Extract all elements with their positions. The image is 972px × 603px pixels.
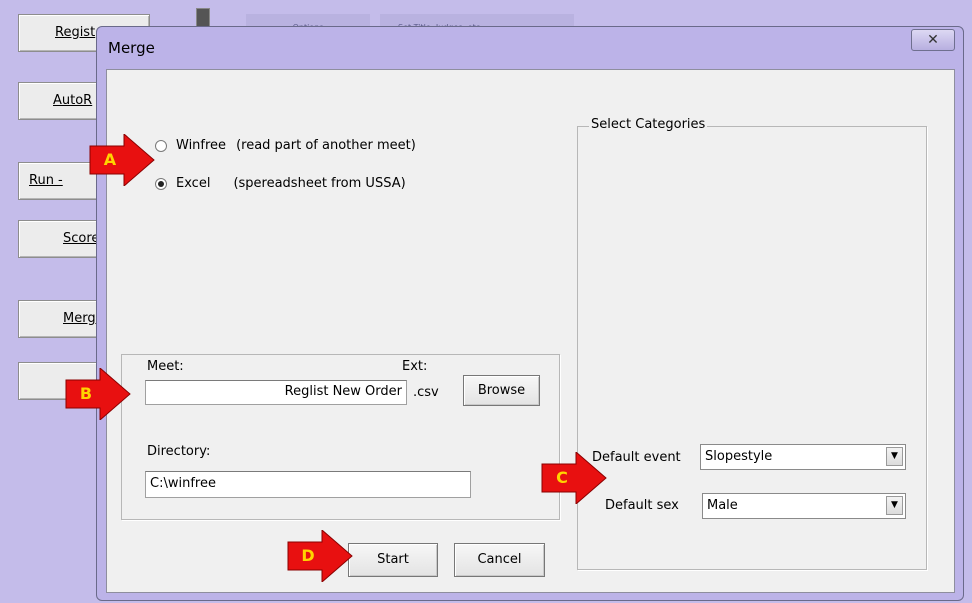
radio-excel-desc: (spereadsheet from USSA) (233, 176, 406, 191)
marker-c: C (540, 452, 608, 504)
dialog-client-area: Winfree (read part of another meet) Exce… (106, 69, 955, 593)
marker-a-label: A (103, 150, 117, 169)
radio-excel-label: Excel (176, 176, 211, 191)
default-event-select[interactable]: Slopestyle ▼ (700, 444, 906, 470)
default-event-value: Slopestyle (705, 449, 773, 464)
categories-legend: Select Categories (589, 117, 708, 132)
marker-a: A (88, 134, 156, 186)
marker-d-label: D (301, 546, 315, 565)
radio-winfree-circle[interactable] (155, 139, 167, 152)
marker-b-label: B (79, 384, 93, 403)
cancel-button[interactable]: Cancel (454, 543, 545, 577)
radio-winfree[interactable]: Winfree (read part of another meet) (155, 138, 416, 153)
marker-d: D (286, 530, 354, 582)
default-sex-select[interactable]: Male ▼ (702, 493, 906, 519)
radio-excel[interactable]: Excel (spereadsheet from USSA) (155, 176, 406, 191)
marker-b: B (64, 368, 132, 420)
ext-label: Ext: (402, 359, 428, 374)
meet-label: Meet: (147, 359, 184, 374)
marker-c-label: C (556, 468, 568, 487)
default-sex-label: Default sex (605, 498, 679, 513)
chevron-down-icon[interactable]: ▼ (886, 447, 903, 466)
dialog-title: Merge (108, 39, 155, 57)
file-groupbox: Meet: Ext: Reglist New Order .csv Browse… (121, 354, 560, 520)
radio-excel-circle[interactable] (155, 177, 167, 190)
close-button[interactable]: ✕ (911, 29, 955, 51)
directory-input[interactable]: C:\winfree (145, 471, 471, 498)
meet-input[interactable]: Reglist New Order (145, 380, 407, 405)
radio-winfree-desc: (read part of another meet) (236, 138, 416, 153)
close-icon: ✕ (927, 32, 939, 48)
start-button[interactable]: Start (348, 543, 438, 577)
merge-dialog: Merge ✕ Winfree (read part of another me… (96, 26, 964, 601)
title-bar: Merge ✕ (97, 27, 963, 69)
directory-label: Directory: (147, 444, 211, 459)
browse-button[interactable]: Browse (463, 375, 540, 406)
ext-value: .csv (413, 385, 439, 400)
chevron-down-icon[interactable]: ▼ (886, 496, 903, 515)
default-sex-value: Male (707, 498, 738, 513)
radio-winfree-label: Winfree (176, 138, 227, 153)
